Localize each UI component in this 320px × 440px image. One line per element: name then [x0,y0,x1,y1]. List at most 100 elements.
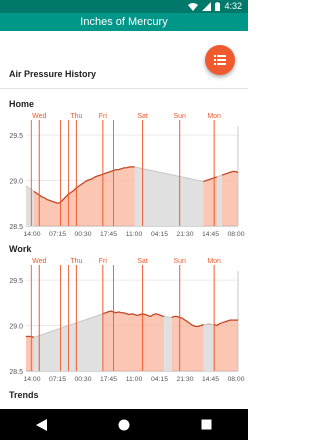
x-tick-label: 11:00 [126,376,143,383]
x-tick-label: 17:45 [100,376,117,383]
pressure-line-segment [107,170,112,173]
chart-title-work: Work [9,244,32,254]
day-label: Mon [207,258,221,265]
pressure-line-segment [121,167,125,170]
data-gap-area [203,324,215,371]
pressure-line-segment [126,313,130,316]
pressure-line-segment [131,313,135,316]
cell-signal-icon [202,2,212,11]
x-tick-label: 21:30 [176,376,193,383]
x-tick-label: 07:15 [49,376,66,383]
x-tick-label: 11:00 [126,231,143,238]
day-label: Mon [207,113,221,120]
chart-title-home: Home [9,99,35,109]
x-tick-label: 17:45 [100,231,117,238]
wifi-icon [188,2,199,11]
list-view-button[interactable] [205,45,235,75]
navigation-bar [0,409,248,440]
pressure-line-segment [134,314,138,317]
pressure-line-segment [192,324,196,328]
day-label: Thu [70,113,82,120]
day-label: Wed [32,258,46,265]
pressure-line-segment [86,179,90,182]
pressure-line-segment [49,199,53,203]
data-gap-area [134,166,204,226]
day-label: Wed [32,113,46,120]
app-bar: Inches of Mercury [0,13,248,31]
x-tick-label: 07:15 [49,231,66,238]
pressure-line-segment [203,179,207,183]
x-tick-label: 04:15 [151,376,168,383]
back-button[interactable] [31,415,51,435]
pressure-line-segment [152,313,157,316]
day-label: Sat [137,258,148,265]
x-tick-label: 00:30 [74,231,91,238]
app-title: Inches of Mercury [80,16,168,28]
pressure-line-segment [155,313,159,316]
pressure-line-segment [107,310,112,313]
pressure-line-segment [118,311,122,314]
x-tick-label: 14:00 [23,231,40,238]
pressure-line-segment [97,174,101,177]
x-tick-label: 00:30 [74,376,91,383]
pressure-line-segment [171,315,175,318]
pressure-line-segment [89,178,93,181]
y-tick-label: 29.0 [9,179,23,186]
data-gap-area [216,175,223,226]
trends-title: Trends [9,390,39,400]
home-pressure-chart: 28.5 29.0 29.5 Wed Thu Fri Sat Sun Mon 14:00 07:15… [9,113,244,238]
pressure-line-segment [160,314,165,318]
recents-icon [201,419,212,430]
pressure-line-segment [224,172,228,175]
pressure-line-segment [126,166,130,169]
pressure-area [26,166,238,226]
home-icon [118,419,130,430]
pressure-line-segment [52,200,56,203]
x-tick-label: 21:30 [176,231,193,238]
pressure-line-segment [224,320,228,323]
home-button[interactable] [114,415,134,435]
pressure-line-segment [198,324,202,328]
pressure-line-segment [208,178,212,181]
pressure-line-segment [105,311,109,314]
day-label: Fri [99,258,108,265]
y-tick-label: 28.5 [9,224,23,231]
day-label: Sun [173,113,186,120]
data-gap-area [26,186,34,226]
pressure-line-segment [94,175,98,178]
pressure-line-segment [118,168,122,171]
x-tick-label: 14:45 [202,231,219,238]
x-tick-label: 14:00 [23,376,40,383]
back-icon [35,418,47,431]
pressure-line-segment [205,179,210,182]
y-tick-label: 29.5 [9,133,23,140]
y-tick-label: 29.5 [9,278,23,285]
recents-button[interactable] [197,415,217,435]
pressure-line-segment [115,311,119,314]
pressure-line-segment [158,314,162,317]
day-label: Fri [99,113,108,120]
section-divider [0,88,248,89]
pressure-line-segment [129,313,133,316]
status-bar: 4:32 [0,0,248,13]
pressure-line-segment [227,171,231,174]
x-tick-label: 08:00 [227,376,244,383]
x-tick-label: 08:00 [227,231,244,238]
pressure-line-segment [123,312,127,315]
pressure-line-segment [137,314,141,317]
pressure-line-segment [221,173,225,176]
pressure-line-segment [105,171,109,174]
pressure-line-segment [147,314,151,318]
y-tick-label: 28.5 [9,369,23,376]
clock: 4:32 [224,1,242,11]
day-label: Thu [70,258,82,265]
pressure-line-segment [235,170,239,173]
battery-icon [215,2,221,11]
pressure-line-segment [229,170,233,173]
day-label: Sat [137,113,148,120]
list-icon [214,55,226,65]
pressure-line-segment [46,199,51,202]
pressure-line-segment [219,322,223,325]
pressure-line-segment [41,196,45,199]
pressure-line-segment [54,201,59,204]
